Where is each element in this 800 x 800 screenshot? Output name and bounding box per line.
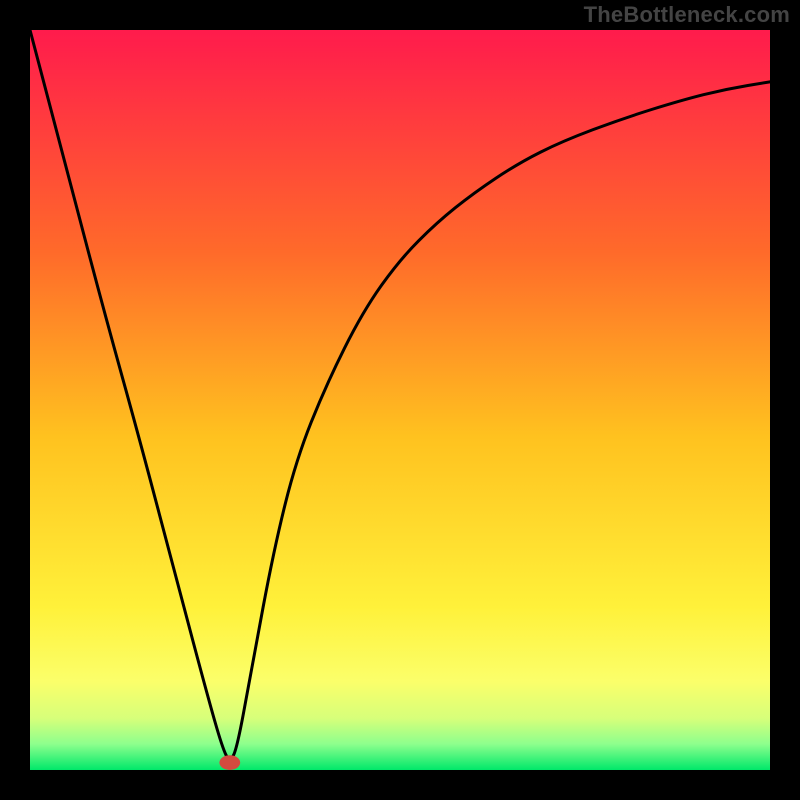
bottleneck-chart bbox=[30, 30, 770, 770]
chart-background bbox=[30, 30, 770, 770]
watermark-text: TheBottleneck.com bbox=[584, 2, 790, 28]
minimum-marker bbox=[219, 755, 240, 770]
plot-frame bbox=[30, 30, 770, 770]
